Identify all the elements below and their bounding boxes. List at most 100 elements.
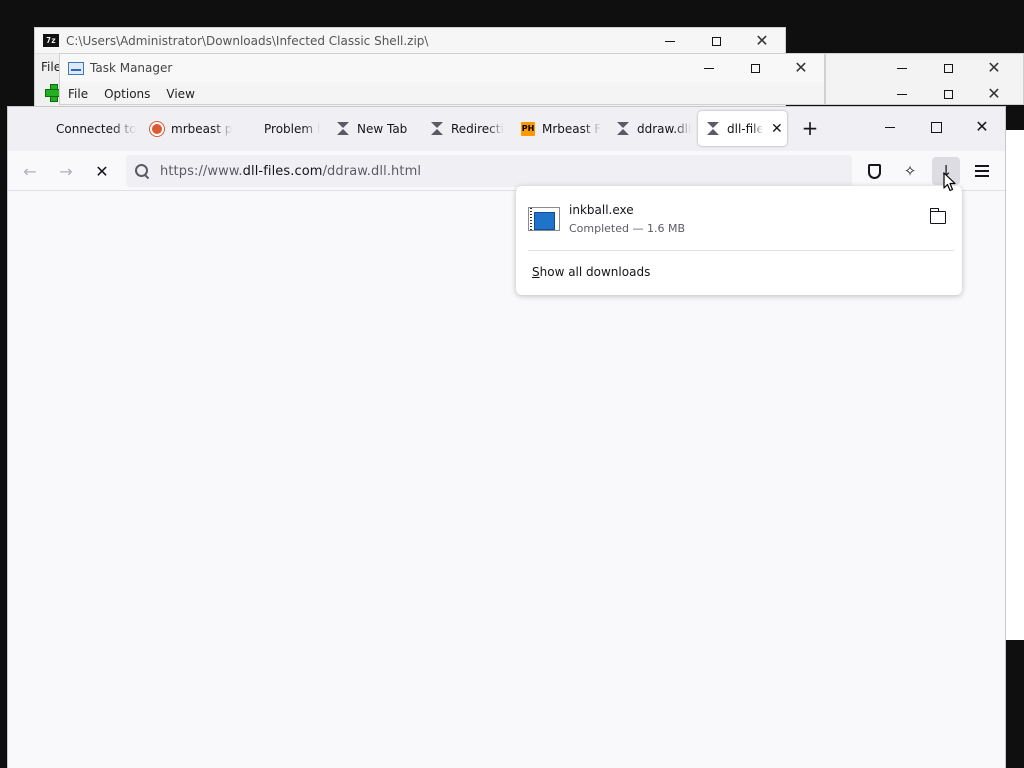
maximize-icon (943, 63, 953, 73)
browser-caption-buttons: ✕ (867, 107, 1005, 147)
task-manager-window: Task Manager ✕ File Options View (59, 53, 825, 105)
close-icon: ✕ (794, 58, 808, 77)
minimize-button[interactable] (647, 28, 693, 54)
ph-icon: PH (521, 121, 535, 136)
extension-button[interactable]: ✧ (896, 157, 924, 185)
minimize-button[interactable] (879, 81, 925, 107)
divider (528, 250, 954, 251)
maximize-icon (943, 89, 953, 99)
minimize-icon (665, 40, 675, 42)
new-tab-button[interactable]: + (798, 116, 822, 140)
right-window-caption-row2: ✕ (879, 81, 1017, 107)
tab-close-icon[interactable]: ✕ (771, 121, 783, 137)
menu-options[interactable]: Options (96, 87, 158, 101)
tab-label: ddraw.dll (637, 121, 692, 136)
tab-label: dll-file (727, 121, 763, 136)
tab-strip: Connected to mrbeast p Problem l New Tab… (8, 107, 1005, 151)
address-bar[interactable]: https://www.dll-files.com/ddraw.dll.html (126, 155, 852, 187)
task-manager-caption-buttons: ✕ (686, 55, 824, 81)
show-all-downloads-button[interactable]: Show all downloads (532, 265, 650, 279)
hourglass-icon (616, 122, 630, 136)
close-button[interactable]: ✕ (739, 28, 785, 54)
close-button[interactable]: ✕ (778, 55, 824, 81)
menu-view[interactable]: View (158, 87, 202, 101)
close-button[interactable]: ✕ (971, 81, 1017, 107)
download-item[interactable]: inkball.exe Completed — 1.6 MB (516, 186, 962, 250)
tab-dll-files[interactable]: dll-file ✕ (698, 111, 787, 146)
show-all-label: how all downloads (539, 265, 651, 279)
url-prefix: https://www. (160, 163, 243, 179)
back-button[interactable]: ← (16, 157, 44, 185)
maximize-button[interactable] (693, 28, 739, 54)
maximize-button[interactable] (732, 55, 778, 81)
tab-redirecting[interactable]: Redirecti (422, 111, 512, 146)
tab-new-tab[interactable]: New Tab (328, 111, 418, 146)
tab-label: mrbeast p (171, 121, 232, 136)
tab-ddraw[interactable]: ddraw.dll (608, 111, 698, 146)
url-path: /ddraw.dll.html (322, 163, 422, 179)
downloads-panel: inkball.exe Completed — 1.6 MB Show all … (516, 186, 962, 295)
tab-label: New Tab (357, 121, 408, 136)
open-folder-icon[interactable] (929, 208, 946, 224)
sevenzip-title: C:\Users\Administrator\Downloads\Infecte… (66, 33, 429, 48)
close-icon: ✕ (987, 84, 1001, 103)
hamburger-icon (975, 165, 989, 177)
show-all-hotkey: S (532, 265, 540, 279)
duckduckgo-icon (150, 121, 164, 136)
sevenzip-caption-buttons: ✕ (647, 28, 785, 54)
menu-file[interactable]: File (60, 87, 96, 101)
url-text[interactable]: https://www.dll-files.com/ddraw.dll.html (160, 164, 421, 179)
close-icon: ✕ (975, 117, 989, 136)
url-domain: dll-files.com (242, 163, 323, 179)
shield-icon (867, 163, 881, 179)
maximize-button[interactable] (925, 55, 971, 81)
maximize-icon (750, 63, 760, 73)
hourglass-icon (336, 122, 350, 136)
minimize-icon (704, 67, 714, 69)
tab-label: Redirecti (451, 121, 504, 136)
close-icon: ✕ (987, 58, 1001, 77)
maximize-button[interactable] (925, 81, 971, 107)
minimize-button[interactable] (867, 107, 913, 147)
tab-problem[interactable]: Problem l (256, 111, 336, 146)
tab-connected[interactable]: Connected to (48, 111, 138, 146)
back-arrow-icon: ← (23, 161, 37, 181)
download-status: Completed — 1.6 MB (569, 222, 686, 235)
download-filename: inkball.exe (569, 203, 634, 217)
forward-arrow-icon: → (59, 161, 73, 181)
close-icon: ✕ (755, 31, 769, 50)
task-manager-icon (68, 61, 84, 75)
minimize-button[interactable] (686, 55, 732, 81)
minimize-icon (897, 93, 907, 95)
tab-label: Mrbeast F (542, 121, 602, 136)
background-window-right: ✕ ✕ (825, 53, 1024, 105)
search-icon (134, 163, 150, 179)
stop-icon: ✕ (95, 161, 109, 181)
task-manager-menubar: File Options View (60, 84, 203, 104)
hourglass-icon (430, 122, 444, 136)
sevenzip-app-icon: 7z (43, 34, 59, 47)
minimize-button[interactable] (879, 55, 925, 81)
navigation-toolbar: ← → ✕ https://www.dll-files.com/ddraw.dl… (8, 151, 1005, 191)
wand-icon: ✧ (903, 162, 917, 180)
right-window-caption-row1: ✕ (879, 55, 1017, 81)
minimize-icon (885, 126, 895, 128)
menu-button[interactable] (968, 157, 996, 185)
close-button[interactable]: ✕ (959, 107, 1005, 147)
maximize-icon (711, 36, 721, 46)
tab-label: Connected to (56, 121, 137, 136)
tracking-protection-button[interactable] (860, 157, 888, 185)
executable-file-icon (528, 207, 560, 232)
maximize-icon (930, 121, 942, 133)
forward-button[interactable]: → (52, 157, 80, 185)
maximize-button[interactable] (913, 107, 959, 147)
close-button[interactable]: ✕ (971, 55, 1017, 81)
stop-button[interactable]: ✕ (88, 157, 116, 185)
mouse-cursor-icon (943, 172, 956, 192)
hourglass-icon (706, 122, 720, 136)
tab-mrbeast-ph[interactable]: PH Mrbeast F (513, 111, 603, 146)
minimize-icon (897, 67, 907, 69)
task-manager-title: Task Manager (90, 61, 173, 75)
tab-mrbeast-search[interactable]: mrbeast p (142, 111, 232, 146)
tab-label: Problem l (264, 121, 321, 136)
